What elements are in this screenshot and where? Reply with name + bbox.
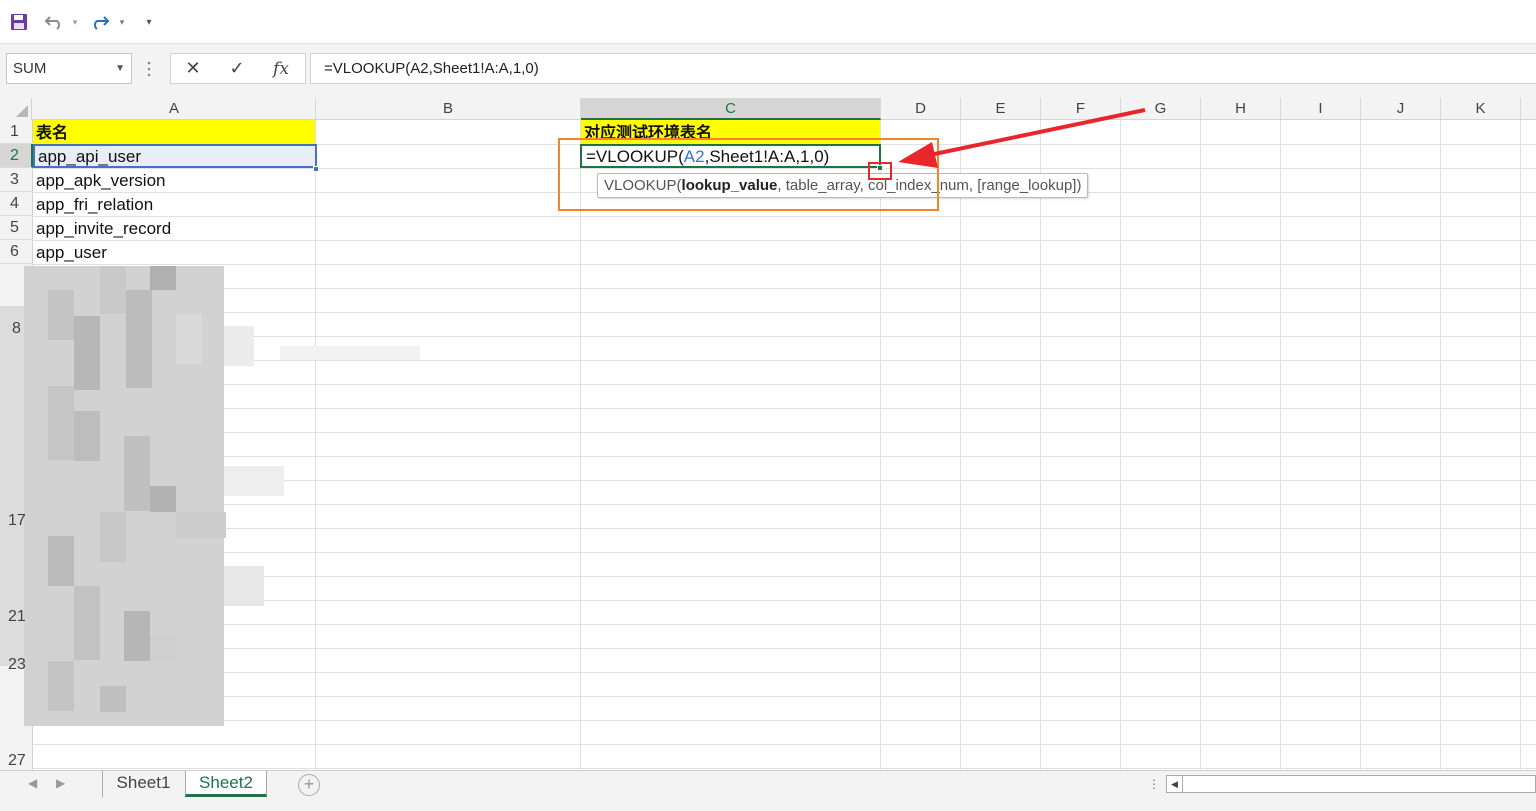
enter-icon[interactable]: ✓	[217, 54, 257, 83]
customize-icon[interactable]: ▾	[142, 10, 156, 34]
column-header-a[interactable]: A	[33, 98, 316, 120]
add-sheet-icon[interactable]: +	[298, 774, 320, 796]
row-header-2[interactable]: 2	[0, 144, 33, 168]
select-all-button[interactable]	[0, 98, 32, 120]
row-header-1[interactable]: 1	[0, 120, 33, 144]
cell-a6[interactable]: app_user	[33, 240, 315, 264]
insert-function-icon[interactable]: fx	[261, 54, 301, 83]
row-label-partial: 27	[8, 752, 26, 769]
next-sheet-icon[interactable]: ▶	[56, 776, 65, 790]
horizontal-scrollbar[interactable]: ◀	[1166, 775, 1536, 793]
row-header-3[interactable]: 3	[0, 168, 33, 192]
sheet-tab-bar: ◀ ▶ Sheet1 Sheet2 + ⋮ ◀	[0, 770, 1536, 811]
tab-sheet2[interactable]: Sheet2	[185, 771, 267, 797]
cell-a2[interactable]: app_api_user	[33, 144, 317, 168]
save-icon[interactable]	[8, 10, 30, 34]
column-headers: A B C D E F G H I J K	[0, 98, 1536, 120]
row-label-partial: 8	[12, 320, 21, 337]
undo-icon[interactable]	[42, 10, 66, 34]
scroll-left-icon[interactable]: ◀	[1167, 776, 1183, 792]
cell-a1[interactable]: 表名	[33, 120, 315, 144]
range-handle[interactable]	[313, 166, 319, 172]
column-header-j[interactable]: J	[1361, 98, 1441, 120]
cell-a3[interactable]: app_apk_version	[33, 168, 315, 192]
grip-icon[interactable]: ⋮	[1148, 777, 1160, 791]
grip-icon[interactable]	[146, 60, 152, 78]
tab-sheet1[interactable]: Sheet1	[102, 771, 184, 797]
redacted-region: 8 17 21 23 27	[0, 266, 420, 770]
column-header-i[interactable]: I	[1281, 98, 1361, 120]
chevron-down-icon[interactable]: ▼	[115, 54, 125, 83]
redo-dropdown-icon[interactable]: ▾	[117, 10, 127, 34]
cell-a5[interactable]: app_invite_record	[33, 216, 315, 240]
column-header-c[interactable]: C	[581, 98, 881, 120]
cancel-icon[interactable]: ✕	[173, 54, 213, 83]
column-header-k[interactable]: K	[1441, 98, 1521, 120]
name-box[interactable]: SUM ▼	[6, 53, 132, 84]
cell-a4[interactable]: app_fri_relation	[33, 192, 315, 216]
row-label-partial: 21	[8, 608, 26, 625]
formula-bar-row: SUM ▼ ✕ ✓ fx =VLOOKUP(A2,Sheet1!A:A,1,0)	[0, 44, 1536, 98]
annotation-arrow-icon	[898, 108, 1146, 168]
column-header-h[interactable]: H	[1201, 98, 1281, 120]
quick-access-toolbar: ▾ ▾ ▾	[0, 0, 1536, 44]
name-box-value: SUM	[13, 60, 47, 77]
row-header-5[interactable]: 5	[0, 216, 33, 240]
formula-input[interactable]: =VLOOKUP(A2,Sheet1!A:A,1,0)	[310, 53, 1536, 84]
redo-icon[interactable]	[88, 10, 112, 34]
prev-sheet-icon[interactable]: ◀	[28, 776, 37, 790]
row-label-partial: 17	[8, 512, 26, 529]
row-label-partial: 23	[8, 656, 26, 673]
formula-buttons: ✕ ✓ fx	[170, 53, 306, 84]
row-header-6[interactable]: 6	[0, 240, 33, 264]
undo-dropdown-icon[interactable]: ▾	[70, 10, 80, 34]
column-header-b[interactable]: B	[316, 98, 581, 120]
row-header-4[interactable]: 4	[0, 192, 33, 216]
